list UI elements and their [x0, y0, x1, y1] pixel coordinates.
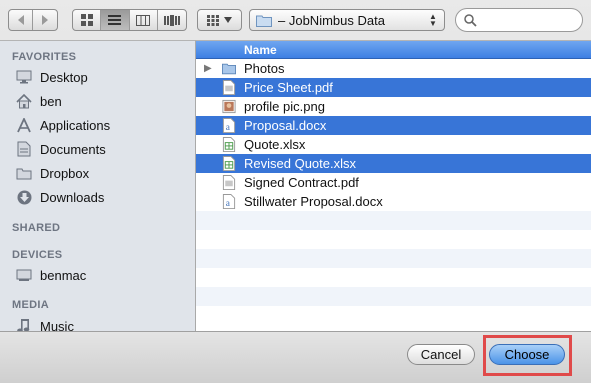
file-name: Revised Quote.xlsx [244, 156, 356, 171]
xlsx-file-icon [222, 156, 236, 171]
docx-file-icon: a [222, 194, 236, 209]
media-header: MEDIA [12, 299, 49, 311]
sidebar-item-label: Desktop [40, 69, 88, 85]
sidebar-item-applications[interactable]: Applications [16, 114, 110, 136]
downloads-icon [16, 189, 32, 205]
file-name: Proposal.docx [244, 118, 327, 133]
applications-icon [16, 117, 32, 133]
file-row-revised-quote[interactable]: Revised Quote.xlsx [196, 154, 591, 173]
column-view-icon [136, 14, 151, 26]
forward-button[interactable] [33, 10, 57, 30]
file-name: Quote.xlsx [244, 137, 306, 152]
file-name: Photos [244, 61, 285, 76]
search-field[interactable] [455, 8, 583, 32]
icon-view-icon [80, 14, 93, 26]
empty-row [196, 249, 591, 268]
file-chooser-dialog: – JobNimbus Data ▲ ▼ FAVORITES Desktop be… [0, 0, 591, 383]
sidebar-item-ben[interactable]: ben [16, 90, 62, 112]
sidebar-item-desktop[interactable]: Desktop [16, 66, 88, 88]
arrange-menu-button[interactable] [197, 9, 242, 31]
search-icon [464, 13, 477, 27]
sidebar-item-documents[interactable]: Documents [16, 138, 106, 160]
navigation-buttons [8, 9, 58, 31]
file-name: Signed Contract.pdf [244, 175, 359, 190]
search-input[interactable] [481, 12, 581, 28]
location-label: – JobNimbus Data [278, 12, 385, 28]
list-view-button[interactable] [101, 10, 130, 30]
location-popup[interactable]: – JobNimbus Data ▲ ▼ [249, 9, 445, 31]
home-icon [16, 93, 32, 109]
sidebar-item-label: benmac [40, 267, 87, 283]
column-header-label: Name [244, 43, 277, 57]
choose-button[interactable]: Choose [489, 344, 565, 365]
empty-row [196, 287, 591, 306]
cancel-button[interactable]: Cancel [407, 344, 475, 365]
desktop-icon [16, 69, 32, 85]
music-icon [16, 318, 32, 331]
column-view-button[interactable] [130, 10, 158, 30]
back-button[interactable] [9, 10, 34, 30]
sidebar-item-downloads[interactable]: Downloads [16, 186, 104, 208]
sidebar-item-label: Downloads [40, 189, 105, 205]
empty-row [196, 211, 591, 230]
list-view-icon [108, 14, 122, 25]
devices-header: DEVICES [12, 249, 63, 261]
shared-header: SHARED [12, 222, 61, 234]
file-name: profile pic.png [244, 99, 325, 114]
pdf-file-icon [222, 175, 236, 190]
file-row-stillwater-proposal[interactable]: a Stillwater Proposal.docx [196, 192, 591, 211]
favorites-header: FAVORITES [12, 51, 77, 63]
chevron-down-icon [224, 17, 232, 23]
updown-arrows-icon: ▲ ▼ [429, 12, 437, 28]
sidebar-item-label: ben [40, 93, 62, 109]
file-list: Name ▶ Photos Price Sheet.pdf profile pi… [196, 40, 591, 331]
docx-file-icon: a [222, 118, 236, 133]
file-name: Price Sheet.pdf [244, 80, 333, 95]
folder-icon [222, 63, 236, 75]
toolbar: – JobNimbus Data ▲ ▼ [0, 0, 591, 40]
file-row-proposal[interactable]: a Proposal.docx [196, 116, 591, 135]
xlsx-file-icon [222, 137, 236, 152]
sidebar-item-benmac[interactable]: benmac [16, 264, 86, 286]
dropbox-icon [16, 165, 32, 181]
pdf-file-icon [222, 80, 236, 95]
file-row-profile-pic[interactable]: profile pic.png [196, 97, 591, 116]
file-name: Stillwater Proposal.docx [244, 194, 383, 209]
documents-icon [16, 141, 32, 157]
computer-icon [16, 267, 32, 283]
file-row-quote[interactable]: Quote.xlsx [196, 135, 591, 154]
sidebar-item-label: Documents [40, 141, 106, 157]
sidebar-item-dropbox[interactable]: Dropbox [16, 162, 89, 184]
sidebar-item-label: Dropbox [40, 165, 90, 181]
folder-icon [256, 15, 272, 27]
file-row-photos[interactable]: ▶ Photos [196, 59, 591, 78]
disclosure-triangle-icon[interactable]: ▶ [204, 63, 212, 74]
empty-row [196, 268, 591, 287]
name-column-header[interactable]: Name [196, 41, 591, 59]
sidebar: FAVORITES Desktop ben Applications Docum… [0, 40, 196, 331]
empty-row [196, 306, 591, 325]
arrange-grid-icon [207, 14, 219, 26]
file-row-signed-contract[interactable]: Signed Contract.pdf [196, 173, 591, 192]
file-row-price-sheet[interactable]: Price Sheet.pdf [196, 78, 591, 97]
sidebar-item-label: Music [40, 318, 74, 332]
view-mode-buttons [72, 9, 187, 31]
empty-row [196, 230, 591, 249]
coverflow-view-button[interactable] [158, 10, 186, 30]
image-file-icon [222, 99, 236, 114]
forward-arrow-icon [42, 15, 48, 25]
icon-view-button[interactable] [73, 10, 102, 30]
coverflow-view-icon [163, 14, 180, 26]
sidebar-item-label: Applications [40, 117, 111, 133]
sidebar-item-music[interactable]: Music [16, 315, 74, 331]
back-arrow-icon [17, 15, 24, 25]
